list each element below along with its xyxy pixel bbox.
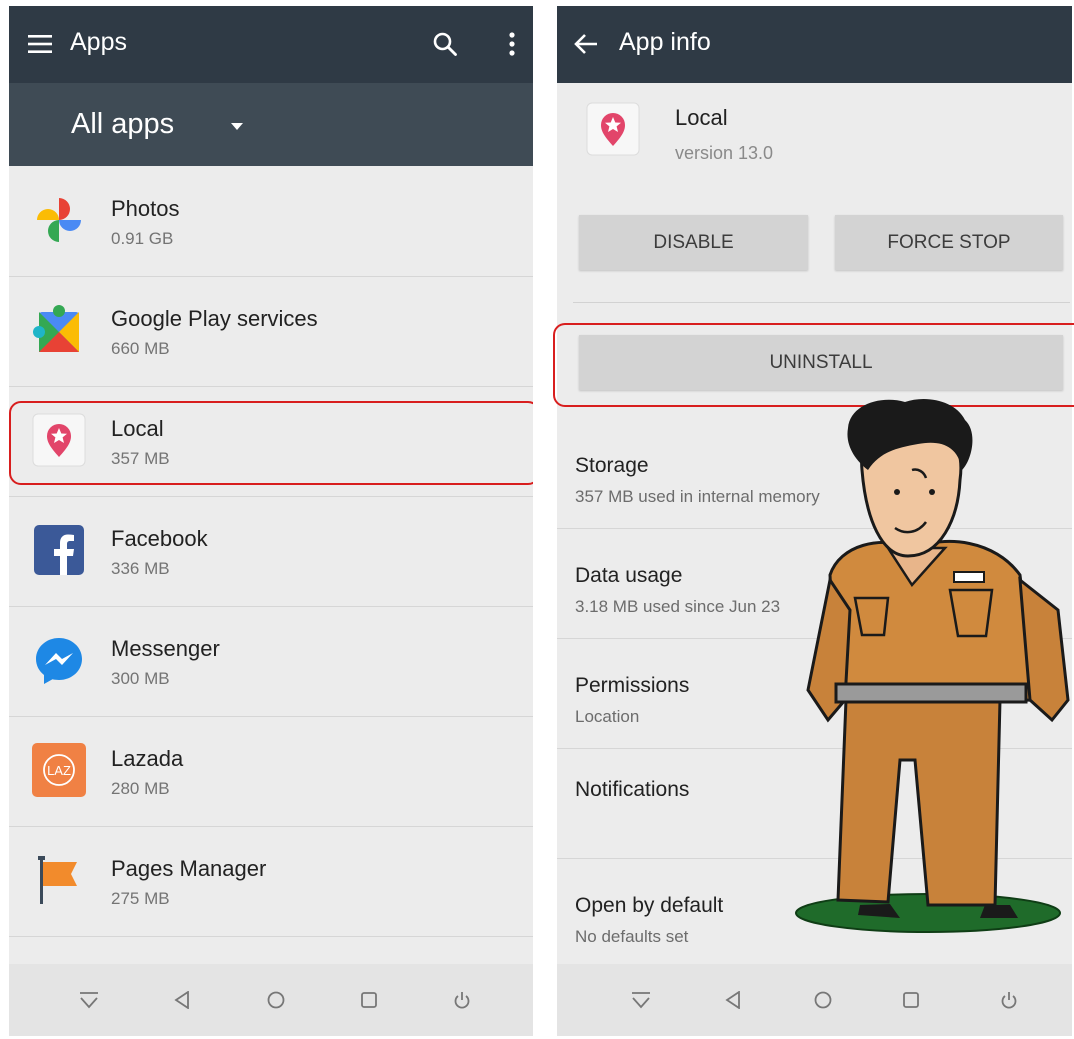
- pages-manager-flag-icon: [31, 852, 87, 908]
- facebook-icon: [31, 522, 87, 578]
- force-stop-button[interactable]: FORCE STOP: [835, 215, 1063, 270]
- app-name: Lazada: [111, 746, 184, 771]
- hide-bar-icon[interactable]: [623, 982, 659, 1018]
- app-header: Local version 13.0: [557, 83, 1072, 193]
- permissions-section[interactable]: Permissions Location: [557, 638, 1072, 749]
- search-icon[interactable]: [427, 26, 463, 62]
- section-subtitle: 3.18 MB used since Jun 23: [575, 597, 781, 616]
- app-name: Google Play services: [111, 306, 318, 331]
- more-vert-icon[interactable]: [497, 26, 527, 62]
- section-subtitle: Location: [575, 707, 640, 726]
- data-usage-section[interactable]: Data usage 3.18 MB used since Jun 23: [557, 528, 1072, 639]
- home-circle-icon[interactable]: [258, 982, 294, 1018]
- apps-toolbar: Apps: [9, 6, 533, 83]
- uninstall-highlight: [553, 323, 1074, 407]
- app-row-pages-manager[interactable]: Pages Manager 275 MB: [9, 826, 533, 937]
- recents-square-icon[interactable]: [351, 982, 387, 1018]
- section-title: Data usage: [575, 564, 683, 587]
- local-row-highlight: [9, 401, 533, 485]
- section-title: Storage: [575, 454, 649, 477]
- app-info-toolbar: App info: [557, 6, 1072, 83]
- lazada-icon-text: LAZ: [47, 763, 71, 778]
- app-name: Facebook: [111, 526, 208, 551]
- app-row-lazada[interactable]: LAZ Lazada 280 MB: [9, 716, 533, 827]
- power-icon[interactable]: [991, 982, 1027, 1018]
- recents-square-icon[interactable]: [893, 982, 929, 1018]
- app-name: Pages Manager: [111, 856, 267, 881]
- app-size: 300 MB: [111, 669, 170, 688]
- filter-label[interactable]: All apps: [71, 108, 174, 141]
- disable-button[interactable]: DISABLE: [579, 215, 808, 270]
- section-title: Open by default: [575, 894, 724, 917]
- hide-bar-icon[interactable]: [71, 982, 107, 1018]
- toolbar-title: Apps: [70, 28, 127, 56]
- section-title: Notifications: [575, 778, 690, 801]
- section-subtitle: No defaults set: [575, 927, 689, 946]
- divider: [573, 302, 1070, 303]
- home-circle-icon[interactable]: [805, 982, 841, 1018]
- messenger-icon: [31, 632, 87, 688]
- navigation-bar: [9, 964, 533, 1036]
- app-info-screen: App info Local version 13.0 DISABLE FORC…: [557, 6, 1072, 1036]
- app-row-messenger[interactable]: Messenger 300 MB: [9, 606, 533, 717]
- storage-section[interactable]: Storage 357 MB used in internal memory: [557, 418, 1072, 529]
- photos-pinwheel-icon: [31, 192, 87, 248]
- app-size: 0.91 GB: [111, 229, 174, 248]
- notifications-section[interactable]: Notifications: [557, 748, 1072, 859]
- hamburger-menu-icon[interactable]: [25, 28, 55, 60]
- app-name: Local: [675, 105, 728, 130]
- app-size: 275 MB: [111, 889, 170, 908]
- power-icon[interactable]: [444, 982, 480, 1018]
- app-size: 336 MB: [111, 559, 170, 578]
- app-row-google-play-services[interactable]: Google Play services 660 MB: [9, 276, 533, 387]
- local-pin-star-icon: [585, 101, 641, 157]
- play-services-puzzle-icon: [31, 302, 87, 358]
- apps-list-screen: Apps All apps Photos 0.91 GB Google Play…: [9, 6, 533, 1036]
- back-triangle-icon[interactable]: [164, 982, 200, 1018]
- open-by-default-section[interactable]: Open by default No defaults set: [557, 858, 1072, 969]
- app-size: 660 MB: [111, 339, 170, 358]
- toolbar-title: App info: [619, 28, 711, 56]
- back-arrow-icon[interactable]: [569, 28, 603, 60]
- section-subtitle: 357 MB used in internal memory: [575, 487, 820, 506]
- app-name: Messenger: [111, 636, 220, 661]
- back-triangle-icon[interactable]: [715, 982, 751, 1018]
- dropdown-arrow-icon[interactable]: [227, 119, 247, 133]
- app-row-photos[interactable]: Photos 0.91 GB: [9, 166, 533, 277]
- section-title: Permissions: [575, 674, 690, 697]
- navigation-bar: [557, 964, 1072, 1036]
- app-filter-bar[interactable]: All apps: [9, 83, 533, 166]
- app-size: 280 MB: [111, 779, 170, 798]
- app-name: Photos: [111, 196, 180, 221]
- lazada-icon: LAZ: [31, 742, 87, 798]
- app-row-facebook[interactable]: Facebook 336 MB: [9, 496, 533, 607]
- app-version: version 13.0: [675, 143, 774, 163]
